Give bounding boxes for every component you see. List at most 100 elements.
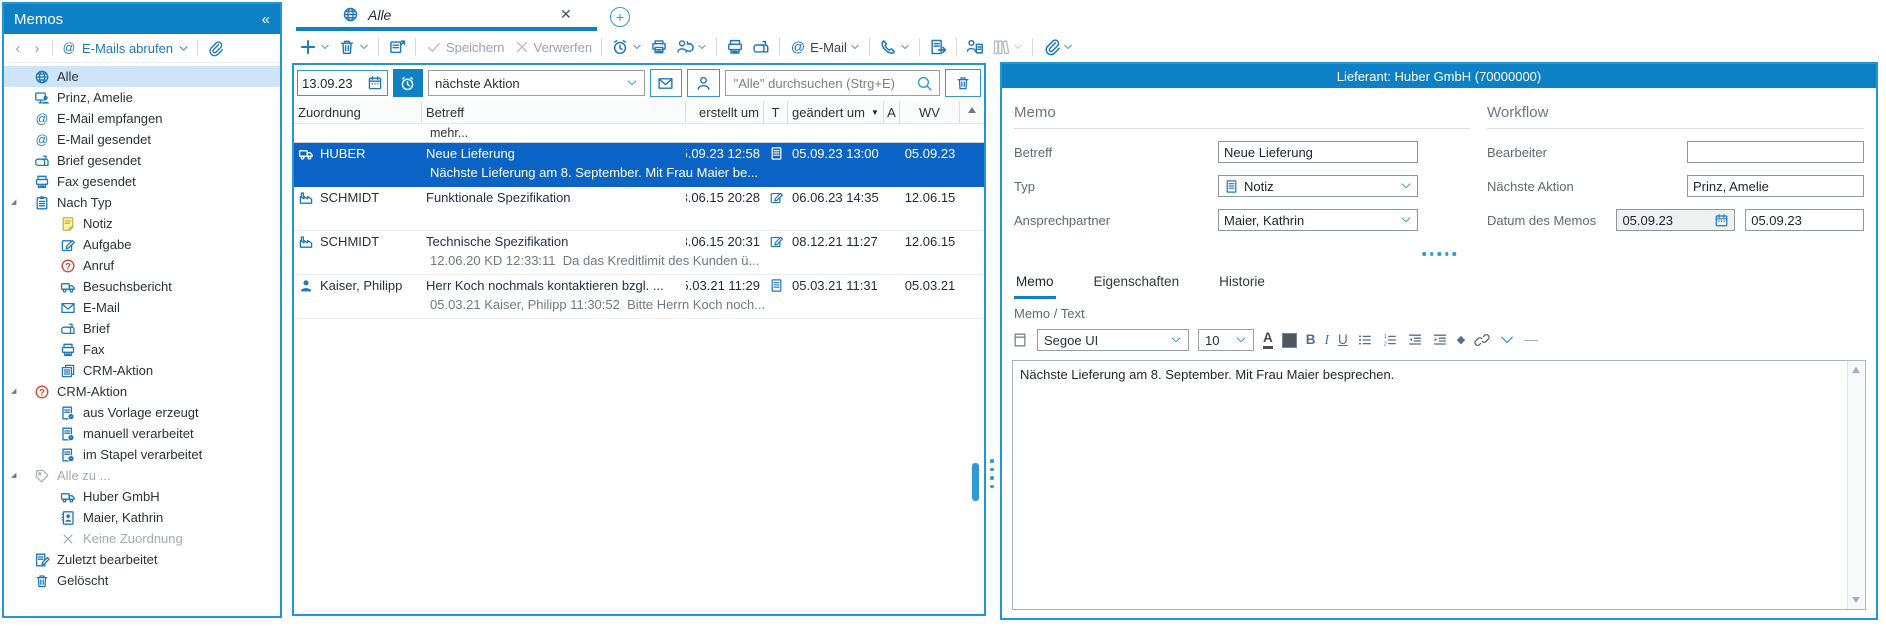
- sidebar-item-brief-gesendet[interactable]: Brief gesendet: [4, 150, 280, 171]
- detail-tab-eigenschaften[interactable]: Eigenschaften: [1092, 269, 1182, 299]
- sidebar-item-e-mail-gesendet[interactable]: @E-Mail gesendet: [4, 129, 280, 150]
- sidebar-item-e-mail[interactable]: E-Mail: [4, 297, 280, 318]
- form-collapse-handle[interactable]: [1422, 252, 1456, 256]
- memo-date-field-2[interactable]: 05.09.23: [1745, 209, 1864, 231]
- sidebar-item-brief[interactable]: Brief: [4, 318, 280, 339]
- diamond-button[interactable]: ◆: [1457, 335, 1465, 346]
- chevron-down-icon[interactable]: [1013, 42, 1023, 52]
- bullet-list-button[interactable]: [1357, 332, 1373, 348]
- calendar-icon[interactable]: [367, 75, 383, 91]
- toolbar-plus-button[interactable]: [296, 36, 333, 58]
- scrollbar-up-arrow[interactable]: [968, 107, 976, 113]
- nav-back-icon[interactable]: ‹: [11, 40, 25, 57]
- search-input[interactable]: [732, 75, 912, 92]
- collapse-sidebar-button[interactable]: «: [262, 11, 270, 28]
- chevron-down-icon[interactable]: [850, 42, 860, 52]
- list-row-huber[interactable]: HUBERNeue Lieferung05.09.23 12:5805.09.2…: [294, 143, 984, 187]
- close-tab-button[interactable]: ✕: [560, 6, 572, 23]
- ansprechpartner-select[interactable]: Maier, Kathrin: [1218, 209, 1418, 231]
- betreff-input[interactable]: Neue Lieferung: [1218, 141, 1418, 163]
- memo-date-field[interactable]: 05.09.23: [1616, 209, 1735, 231]
- column-header-betreff[interactable]: Betreff: [422, 101, 686, 123]
- chevron-down-icon[interactable]: [632, 42, 642, 52]
- naechste-aktion-input[interactable]: Prinz, Amelie: [1687, 175, 1864, 197]
- numbered-list-button[interactable]: 12: [1382, 332, 1398, 348]
- divider-dash-button[interactable]: —: [1524, 333, 1538, 347]
- toolbar-print-button[interactable]: [647, 36, 671, 58]
- sidebar-item-manuell-verarbeitet[interactable]: manuell verarbeitet: [4, 423, 280, 444]
- toolbar-paperclip-button[interactable]: [1039, 36, 1076, 58]
- search-icon[interactable]: [916, 75, 933, 92]
- scroll-up-icon[interactable]: [1852, 367, 1860, 373]
- chevron-down-icon[interactable]: [359, 42, 369, 52]
- toolbar-check-button[interactable]: Speichern: [422, 36, 508, 58]
- sidebar-item-prinz-amelie[interactable]: Prinz, Amelie: [4, 87, 280, 108]
- sidebar-item-e-mail-empfangen[interactable]: @E-Mail empfangen: [4, 108, 280, 129]
- list-row-schmidt[interactable]: SCHMIDTFunktionale Spezifikation23.06.15…: [294, 187, 984, 231]
- sidebar-item-alle[interactable]: Alle: [4, 66, 280, 87]
- sidebar-item-fax[interactable]: Fax: [4, 339, 280, 360]
- highlight-color-button[interactable]: [1282, 333, 1297, 348]
- paperclip-icon[interactable]: [206, 40, 223, 57]
- alarm-filter-button[interactable]: [393, 69, 423, 97]
- sidebar-item-crm-aktion[interactable]: ◢?CRM-Aktion: [4, 381, 280, 402]
- toolbar-doc-export-button[interactable]: [926, 36, 950, 58]
- action-filter-select[interactable]: nächste Aktion: [428, 70, 645, 96]
- size-select[interactable]: 10: [1198, 329, 1254, 351]
- toolbar-person-sync-button[interactable]: [673, 36, 710, 58]
- chevron-down-icon[interactable]: [1063, 42, 1073, 52]
- email-filter-button[interactable]: [650, 69, 682, 97]
- toolbar-trash-button[interactable]: [335, 36, 372, 58]
- person-filter-button[interactable]: [687, 69, 719, 97]
- sidebar-item-aufgabe[interactable]: Aufgabe: [4, 234, 280, 255]
- nav-forward-icon[interactable]: ›: [30, 40, 44, 57]
- sidebar-item-alle-zu[interactable]: ◢Alle zu ...: [4, 465, 280, 486]
- sidebar-item-besuchsbericht[interactable]: Besuchsbericht: [4, 276, 280, 297]
- calendar-icon[interactable]: [1714, 213, 1729, 228]
- memo-scrollbar[interactable]: [1847, 361, 1865, 609]
- column-header-a[interactable]: A: [884, 101, 900, 123]
- sidebar-item-anruf[interactable]: ?Anruf: [4, 255, 280, 276]
- expand-caret-icon[interactable]: ◢: [11, 471, 16, 479]
- memo-text-area[interactable]: Nächste Lieferung am 8. September. Mit F…: [1012, 360, 1866, 610]
- toolbar-xmark-button[interactable]: Verwerfen: [510, 36, 596, 58]
- sidebar-item-huber-gmbh[interactable]: Huber GmbH: [4, 486, 280, 507]
- toolbar-phone-button[interactable]: [876, 36, 913, 58]
- scrollbar-thumb[interactable]: [972, 463, 979, 501]
- outdent-button[interactable]: [1407, 332, 1423, 348]
- column-header-t[interactable]: T: [764, 101, 788, 123]
- chevron-down-icon[interactable]: [900, 42, 910, 52]
- panel-splitter-handle[interactable]: [990, 459, 994, 488]
- sidebar-item-crm-aktion[interactable]: CRM-Aktion: [4, 360, 280, 381]
- link-button[interactable]: [1474, 332, 1490, 348]
- underline-button[interactable]: U: [1338, 333, 1348, 347]
- sidebar-item-gelöscht[interactable]: Gelöscht: [4, 570, 280, 591]
- chevron-down-icon[interactable]: [320, 42, 330, 52]
- detail-tab-memo[interactable]: Memo: [1014, 269, 1056, 299]
- sidebar-item-nach-typ[interactable]: ◢Nach Typ: [4, 192, 280, 213]
- add-tab-button[interactable]: +: [610, 7, 630, 27]
- toolbar-books-button[interactable]: [989, 36, 1026, 58]
- bearbeiter-input[interactable]: [1687, 141, 1864, 163]
- toolbar-at-button[interactable]: @E-Mail: [786, 36, 863, 58]
- bold-button[interactable]: B: [1306, 333, 1316, 347]
- sidebar-item-aus-vorlage-erzeugt[interactable]: aus Vorlage erzeugt: [4, 402, 280, 423]
- toolbar-fax-button[interactable]: [723, 36, 747, 58]
- sidebar-item-maier-kathrin[interactable]: Maier, Kathrin: [4, 507, 280, 528]
- expand-caret-icon[interactable]: ◢: [11, 387, 16, 395]
- toolbar-mailbox-button[interactable]: [749, 36, 773, 58]
- detail-tab-historie[interactable]: Historie: [1217, 269, 1267, 299]
- chevron-down-icon[interactable]: [697, 42, 707, 52]
- date-filter-field[interactable]: 13.09.23: [297, 70, 388, 96]
- more-row[interactable]: mehr...: [294, 124, 984, 143]
- column-header-wv[interactable]: WV: [900, 101, 960, 123]
- expand-caret-icon[interactable]: ◢: [11, 198, 16, 206]
- sidebar-item-keine-zuordnung[interactable]: Keine Zuordnung: [4, 528, 280, 549]
- font-select[interactable]: Segoe UI: [1037, 329, 1189, 351]
- italic-button[interactable]: I: [1325, 333, 1330, 347]
- toolbar-alarm-button[interactable]: [608, 36, 645, 58]
- list-row-kaiser-philipp[interactable]: Kaiser, PhilippHerr Koch nochmals kontak…: [294, 275, 984, 319]
- column-header-zuordnung[interactable]: Zuordnung: [294, 101, 422, 123]
- fetch-emails-button[interactable]: E-Mails abrufen: [82, 41, 173, 56]
- sidebar-item-im-stapel-verarbeitet[interactable]: im Stapel verarbeitet: [4, 444, 280, 465]
